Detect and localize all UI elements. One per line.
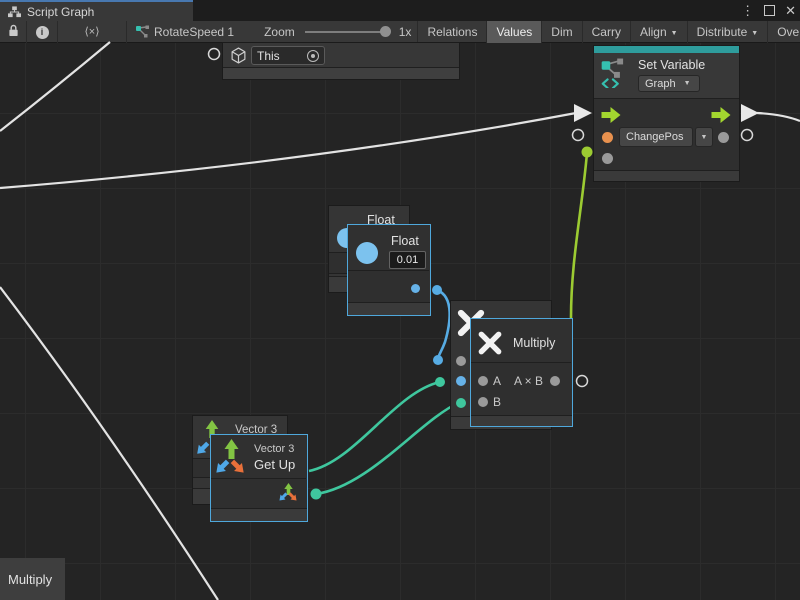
node-float[interactable]: Float 0.01 [347, 224, 431, 316]
chevron-down-icon: ▼ [751, 30, 758, 37]
chevron-down-icon: ▼ [684, 80, 691, 87]
input-value-port[interactable] [602, 153, 613, 164]
node-get-up[interactable]: Vector 3 Get Up [210, 434, 308, 522]
mini-arrow-down-right-icon [287, 491, 300, 504]
output-value-port[interactable] [718, 132, 729, 143]
maximize-icon[interactable] [764, 5, 775, 16]
float-output-port[interactable] [411, 284, 420, 293]
zoom-slider[interactable] [305, 31, 387, 33]
relations-button[interactable]: Relations [418, 21, 486, 43]
node-body: A A × B B [471, 362, 571, 418]
zoom-slider-knob[interactable] [380, 26, 391, 37]
port-b-dot[interactable] [478, 397, 488, 407]
variable-scope-dropdown[interactable]: Graph ▼ [638, 75, 700, 92]
variable-name-dropdown[interactable]: ChangePos [619, 127, 693, 147]
chevron-down-icon: ▼ [701, 134, 708, 141]
port-dot[interactable] [456, 398, 466, 408]
cube-icon [230, 47, 247, 64]
object-picker-icon[interactable] [307, 50, 319, 62]
tab-title: Script Graph [27, 5, 94, 19]
carry-button[interactable]: Carry [583, 21, 630, 43]
result-label: A × B [514, 374, 543, 388]
set-variable-icon [601, 58, 627, 88]
node-this[interactable]: This [222, 42, 460, 80]
node-footer [348, 302, 430, 315]
port-a-dot[interactable] [478, 376, 488, 386]
window-controls: ⋮ ✕ [741, 0, 796, 21]
port-dot[interactable] [456, 356, 466, 366]
this-object-field[interactable]: This [251, 46, 325, 65]
align-button[interactable]: Align▼ [631, 21, 687, 43]
info-button[interactable]: i [27, 24, 57, 39]
node-footer [223, 67, 459, 79]
node-footer [594, 170, 739, 181]
node-multiply[interactable]: Multiply A A × B B [470, 318, 573, 427]
port-dot[interactable] [456, 376, 466, 386]
distribute-button[interactable]: Distribute▼ [688, 21, 768, 43]
variable-name-dropdown-caret[interactable]: ▼ [695, 127, 713, 147]
node-color-bar [594, 46, 739, 53]
script-graph-window: Script Graph ⋮ ✕ i ⟨×⟩ [0, 0, 800, 600]
arrow-down-right-icon [227, 456, 248, 477]
graph-name: RotateSpeed 1 [154, 25, 234, 39]
graph-toolbar: i ⟨×⟩ RotateSpeed 1 Zoom 1x Relations Va… [0, 21, 800, 43]
overview-button[interactable]: Overview [768, 21, 800, 43]
float-value-field[interactable]: 0.01 [389, 251, 426, 269]
graph-hierarchy-icon [8, 6, 21, 18]
graph-breadcrumb[interactable]: RotateSpeed 1 [127, 25, 242, 39]
close-icon[interactable]: ✕ [785, 0, 796, 21]
machine-icon [135, 25, 149, 38]
tooltip-multiply: Multiply [0, 558, 65, 600]
multiply-icon [477, 330, 503, 356]
node-type-label: Vector 3 [254, 443, 294, 455]
zoom-label: Zoom [264, 25, 295, 39]
node-body: ChangePos ▼ [594, 98, 739, 173]
node-footer [471, 415, 572, 426]
port-a-label: A [493, 374, 501, 388]
flow-out-port[interactable] [711, 107, 732, 123]
values-button[interactable]: Values [487, 21, 541, 43]
flow-in-port[interactable] [601, 107, 622, 123]
lock-icon [8, 24, 19, 37]
code-view-button[interactable]: ⟨×⟩ [58, 25, 126, 38]
zoom-value: 1x [399, 25, 412, 39]
float-icon [356, 242, 378, 264]
tab-script-graph[interactable]: Script Graph [0, 0, 193, 21]
variable-name-port[interactable] [602, 132, 613, 143]
dim-button[interactable]: Dim [542, 21, 581, 43]
node-set-variable[interactable]: Set Variable Graph ▼ ChangePos ▼ [593, 45, 740, 182]
info-icon: i [36, 26, 49, 39]
result-port-dot[interactable] [550, 376, 560, 386]
more-menu-icon[interactable]: ⋮ [741, 0, 754, 21]
node-body [348, 270, 429, 304]
chevron-down-icon: ▼ [671, 30, 678, 37]
code-icon: ⟨×⟩ [84, 26, 99, 38]
port-b-label: B [493, 395, 501, 409]
node-body [211, 478, 306, 510]
lock-button[interactable] [0, 24, 26, 40]
tab-bar: Script Graph ⋮ ✕ [0, 0, 800, 21]
node-footer [211, 508, 307, 521]
